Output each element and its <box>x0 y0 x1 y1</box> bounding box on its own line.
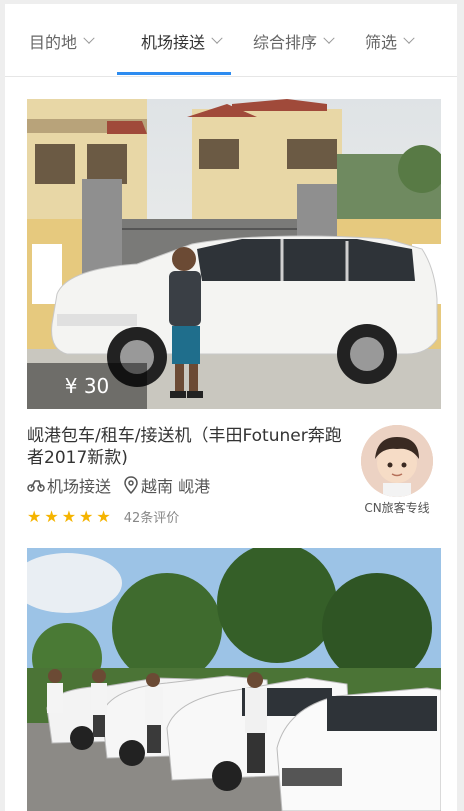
chevron-down-icon <box>83 32 95 44</box>
avatar-illustration <box>361 425 433 497</box>
product-image[interactable] <box>27 548 441 811</box>
tab-airport-transfer[interactable]: 机场接送 <box>141 26 223 56</box>
product-card[interactable]: ¥ 30 岘港包车/租车/接送机（丰田Fotuner奔跑者2017新款) 机场接… <box>27 99 441 539</box>
fleet-photo <box>27 548 441 811</box>
active-tab-indicator <box>117 72 231 75</box>
chevron-down-icon <box>323 32 335 44</box>
product-image[interactable]: ¥ 30 <box>27 99 441 409</box>
car-icon <box>27 480 45 492</box>
rating-stars: ★ ★ ★ ★ ★ 42条评价 <box>27 507 179 526</box>
review-count[interactable]: 42条评价 <box>124 507 180 526</box>
tab-label: 机场接送 <box>141 33 206 52</box>
price-tag: ¥ 30 <box>27 363 147 409</box>
tab-filter[interactable]: 筛选 <box>365 26 415 56</box>
tab-label: 目的地 <box>29 33 78 52</box>
location-pin-icon <box>124 476 138 494</box>
app-frame: 目的地 机场接送 综合排序 筛选 ¥ 30 岘港包车/租车/接送机（丰田Fotu… <box>5 4 457 811</box>
service-type: 机场接送 <box>47 477 112 496</box>
shop-name[interactable]: CN旅客专线 <box>359 501 435 516</box>
shop-avatar[interactable] <box>361 425 433 497</box>
product-title[interactable]: 岘港包车/租车/接送机（丰田Fotuner奔跑者2017新款) <box>27 425 355 469</box>
chevron-down-icon <box>403 32 415 44</box>
star-icon: ★ <box>61 507 77 526</box>
star-icon: ★ <box>27 507 42 526</box>
chevron-down-icon <box>211 32 223 44</box>
star-icon: ★ <box>44 507 59 526</box>
tab-sort[interactable]: 综合排序 <box>253 26 335 56</box>
star-icon: ★ <box>79 507 94 526</box>
tab-destination[interactable]: 目的地 <box>29 26 95 56</box>
product-meta: 机场接送 越南 岘港 <box>27 473 210 497</box>
star-icon: ★ <box>96 507 111 526</box>
tab-label: 筛选 <box>365 33 398 52</box>
product-card[interactable] <box>27 548 441 811</box>
tab-label: 综合排序 <box>253 33 318 52</box>
filter-bar: 目的地 机场接送 综合排序 筛选 <box>5 4 457 77</box>
location-text: 越南 岘港 <box>141 477 211 496</box>
